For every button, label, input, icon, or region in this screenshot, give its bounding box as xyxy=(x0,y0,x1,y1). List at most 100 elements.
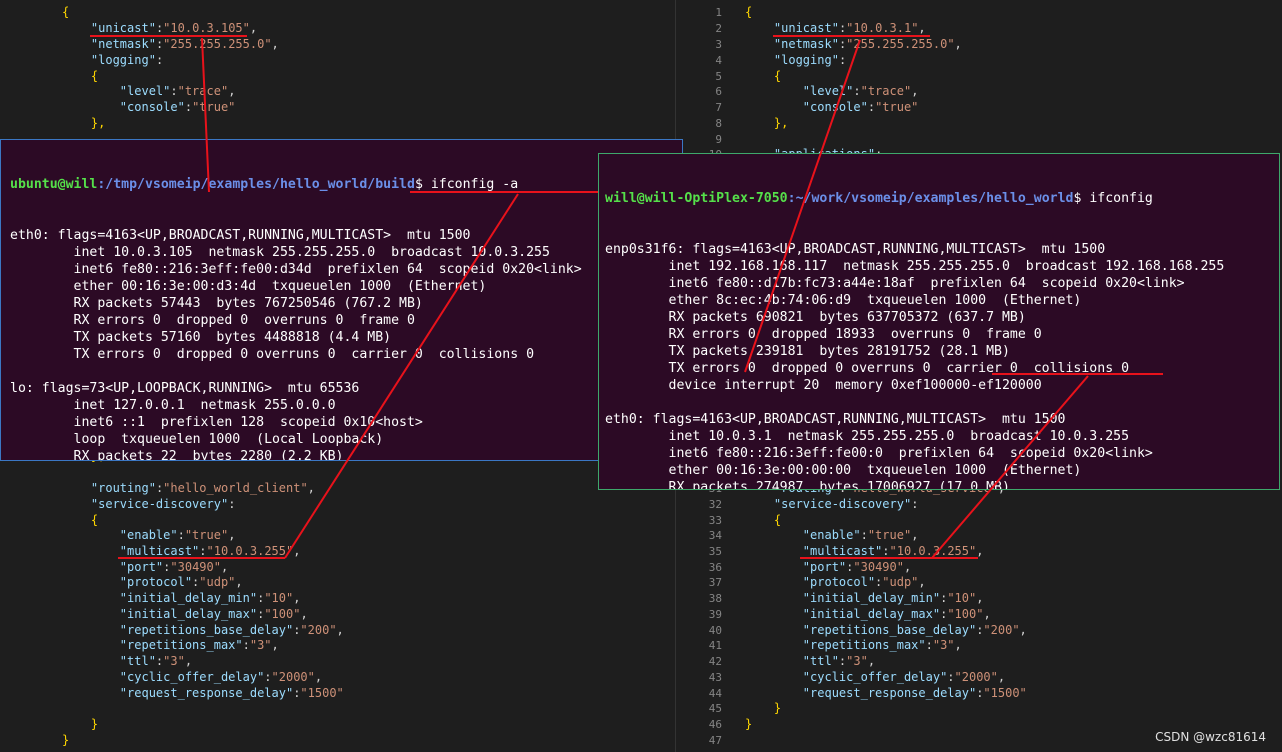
line-number: 5 xyxy=(715,70,722,83)
code-token: : xyxy=(170,84,178,98)
code-line: "initial_delay_min":"10", xyxy=(0,591,675,607)
terminal-output-line: loop txqueuelen 1000 (Local Loopback) xyxy=(10,432,384,447)
left-terminal-prompt-line: ubuntu@will:/tmp/vsomeip/examples/hello_… xyxy=(10,176,682,193)
code-text: "protocol":"udp", xyxy=(745,575,926,591)
code-token: "port" xyxy=(119,560,164,574)
left-terminal-output: eth0: flags=4163<UP,BROADCAST,RUNNING,MU… xyxy=(10,227,682,460)
line-number: 3 xyxy=(715,38,722,51)
code-token: "protocol" xyxy=(119,575,193,589)
terminal-output-line: inet 10.0.3.1 netmask 255.255.255.0 broa… xyxy=(605,429,1130,444)
line-number: 32 xyxy=(708,498,722,511)
right-terminal-window[interactable]: will@will-OptiPlex-7050:~/work/vsomeip/e… xyxy=(598,153,1280,490)
code-line: 39 "initial_delay_max":"100", xyxy=(675,607,1282,623)
terminal-output-line: ether 00:16:3e:00:00:00 txqueuelen 1000 … xyxy=(605,463,1082,478)
code-text: { xyxy=(745,69,781,85)
code-text: "initial_delay_max":"100", xyxy=(745,607,991,623)
code-line: 37 "protocol":"udp", xyxy=(675,575,1282,591)
code-token: "3" xyxy=(846,654,868,668)
line-number: 7 xyxy=(715,101,722,114)
code-line: "initial_delay_max":"100", xyxy=(0,607,675,623)
terminal-output-line: inet 10.0.3.105 netmask 255.255.255.0 br… xyxy=(10,245,550,260)
code-token: "10.0.3.105" xyxy=(163,21,250,35)
code-token: , xyxy=(293,544,301,558)
code-text: "initial_delay_min":"10", xyxy=(62,591,301,607)
terminal-output-line: ether 00:16:3e:00:d3:4d txqueuelen 1000 … xyxy=(10,279,487,294)
code-token: : xyxy=(264,670,272,684)
code-line: 42 "ttl":"3", xyxy=(675,654,1282,670)
code-token: "1500" xyxy=(300,686,344,700)
code-text: "enable":"true", xyxy=(62,528,236,544)
code-text: "service-discovery": xyxy=(62,497,236,513)
line-number: 37 xyxy=(708,576,722,589)
code-text: "initial_delay_min":"10", xyxy=(745,591,984,607)
code-line: "netmask":"255.255.255.0", xyxy=(0,37,675,53)
code-token: , xyxy=(271,37,279,51)
code-text: "enable":"true", xyxy=(745,528,919,544)
code-token: "initial_delay_max" xyxy=(802,607,941,621)
code-line: 35 "multicast":"10.0.3.255", xyxy=(675,544,1282,560)
code-token: : xyxy=(177,528,185,542)
code-token: "unicast" xyxy=(90,21,156,35)
code-token: "1500" xyxy=(983,686,1027,700)
code-token: "10.0.3.255" xyxy=(206,544,294,558)
code-line: "repetitions_max":"3", xyxy=(0,638,675,654)
code-line: } xyxy=(0,733,675,749)
code-token: , xyxy=(918,575,926,589)
code-line: 32 "service-discovery": xyxy=(675,497,1282,513)
code-token: , xyxy=(911,528,919,542)
code-text: }, xyxy=(62,116,105,132)
code-token: "multicast" xyxy=(119,544,200,558)
code-token: , xyxy=(293,591,301,605)
code-text: "repetitions_base_delay":"200", xyxy=(62,623,344,639)
code-token: "255.255.255.0" xyxy=(846,37,955,51)
code-token: "100" xyxy=(947,607,984,621)
code-text: "port":"30490", xyxy=(62,560,228,576)
code-text: "repetitions_max":"3", xyxy=(62,638,279,654)
code-token: "initial_delay_max" xyxy=(119,607,258,621)
code-line: { xyxy=(0,69,675,85)
code-token: , xyxy=(235,575,243,589)
code-line: { xyxy=(0,5,675,21)
code-token: } xyxy=(773,701,782,715)
code-line: 4 "logging": xyxy=(675,53,1282,69)
code-token: "service-discovery" xyxy=(90,497,229,511)
left-terminal-window[interactable]: ubuntu@will:/tmp/vsomeip/examples/hello_… xyxy=(0,139,683,461)
code-token: , xyxy=(976,591,984,605)
code-text: } xyxy=(745,717,752,733)
code-line: 40 "repetitions_base_delay":"200", xyxy=(675,623,1282,639)
code-token: : xyxy=(199,544,207,558)
code-token: { xyxy=(62,5,70,19)
code-token: , xyxy=(911,84,919,98)
code-line: 5 { xyxy=(675,69,1282,85)
code-token: "udp" xyxy=(882,575,919,589)
code-text: "unicast":"10.0.3.105", xyxy=(62,21,257,37)
code-text: { xyxy=(62,513,98,529)
right-terminal-output: enp0s31f6: flags=4163<UP,BROADCAST,RUNNI… xyxy=(605,241,1279,489)
terminal-output-line: RX errors 0 dropped 0 overruns 0 frame 0 xyxy=(10,313,415,328)
code-token: : xyxy=(155,53,164,67)
code-text: "ttl":"3", xyxy=(62,654,192,670)
code-text: } xyxy=(745,701,781,717)
line-number: 40 xyxy=(708,624,722,637)
code-token: "service-discovery" xyxy=(773,497,912,511)
code-text: { xyxy=(745,5,752,21)
code-token: "repetitions_base_delay" xyxy=(119,623,294,637)
code-token: { xyxy=(773,69,782,83)
code-token: , xyxy=(220,560,229,574)
code-token: "port" xyxy=(802,560,847,574)
code-token: "request_response_delay" xyxy=(119,686,294,700)
code-line: 9 xyxy=(675,132,1282,148)
